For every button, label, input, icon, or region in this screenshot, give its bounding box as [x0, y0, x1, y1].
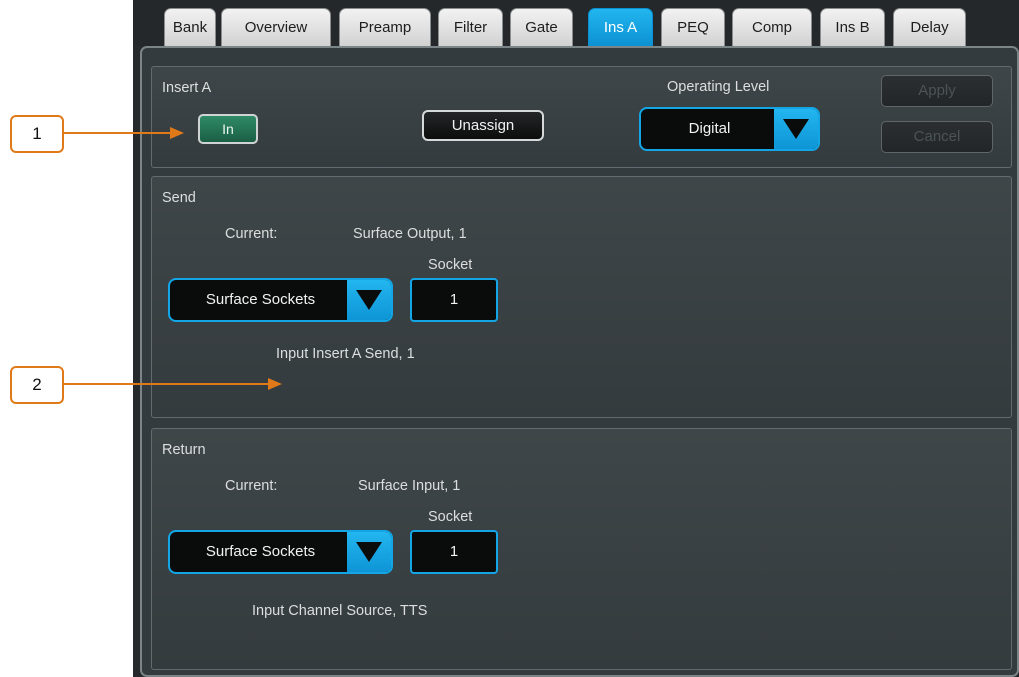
send-socket-field[interactable]: 1: [410, 278, 498, 322]
tab-filter[interactable]: Filter: [438, 8, 503, 48]
triangle-down-icon: [347, 280, 391, 320]
operating-level-label: Operating Level: [667, 79, 770, 95]
send-panel: Send Current: Surface Output, 1 Socket S…: [151, 176, 1012, 418]
ins-a-page: Insert A In Unassign Operating Level Dig…: [140, 46, 1019, 677]
triangle-down-icon: [347, 532, 391, 572]
operating-level-dropdown[interactable]: Digital: [639, 107, 820, 151]
tab-ins-b[interactable]: Ins B: [820, 8, 885, 48]
return-destination: Input Channel Source, TTS: [252, 603, 428, 619]
send-socket-label: Socket: [428, 257, 473, 273]
return-source-dropdown[interactable]: Surface Sockets: [168, 530, 393, 574]
tab-overview[interactable]: Overview: [221, 8, 331, 48]
send-destination: Input Insert A Send, 1: [276, 346, 415, 362]
insert-title: Insert A: [162, 80, 212, 96]
return-current-label: Current:: [225, 478, 278, 494]
cancel-button[interactable]: Cancel: [881, 121, 993, 153]
tab-preamp[interactable]: Preamp: [339, 8, 431, 48]
tab-delay[interactable]: Delay: [893, 8, 966, 48]
send-current-value: Surface Output, 1: [353, 226, 467, 242]
send-current-label: Current:: [225, 226, 278, 242]
tab-comp[interactable]: Comp: [732, 8, 812, 48]
tab-gate[interactable]: Gate: [510, 8, 573, 48]
send-source-dropdown[interactable]: Surface Sockets: [168, 278, 393, 322]
callout-2: 2: [10, 366, 64, 404]
operating-level-value: Digital: [688, 120, 731, 137]
return-current-value: Surface Input, 1: [358, 478, 461, 494]
tab-bar: Bank Overview Preamp Filter Gate Ins A P…: [133, 0, 1019, 48]
callout-1: 1: [10, 115, 64, 153]
send-title: Send: [162, 190, 196, 206]
unassign-button[interactable]: Unassign: [422, 110, 544, 141]
mixer-screen: Bank Overview Preamp Filter Gate Ins A P…: [133, 0, 1019, 677]
tab-peq[interactable]: PEQ: [661, 8, 725, 48]
insert-in-button[interactable]: In: [198, 114, 258, 144]
send-source-value: Surface Sockets: [205, 291, 316, 308]
triangle-down-icon: [774, 109, 818, 149]
return-panel: Return Current: Surface Input, 1 Socket …: [151, 428, 1012, 670]
apply-button[interactable]: Apply: [881, 75, 993, 107]
return-source-value: Surface Sockets: [205, 543, 316, 560]
return-socket-field[interactable]: 1: [410, 530, 498, 574]
tab-ins-a[interactable]: Ins A: [588, 8, 653, 48]
return-title: Return: [162, 442, 206, 458]
return-socket-label: Socket: [428, 509, 473, 525]
tab-bank[interactable]: Bank: [164, 8, 216, 48]
